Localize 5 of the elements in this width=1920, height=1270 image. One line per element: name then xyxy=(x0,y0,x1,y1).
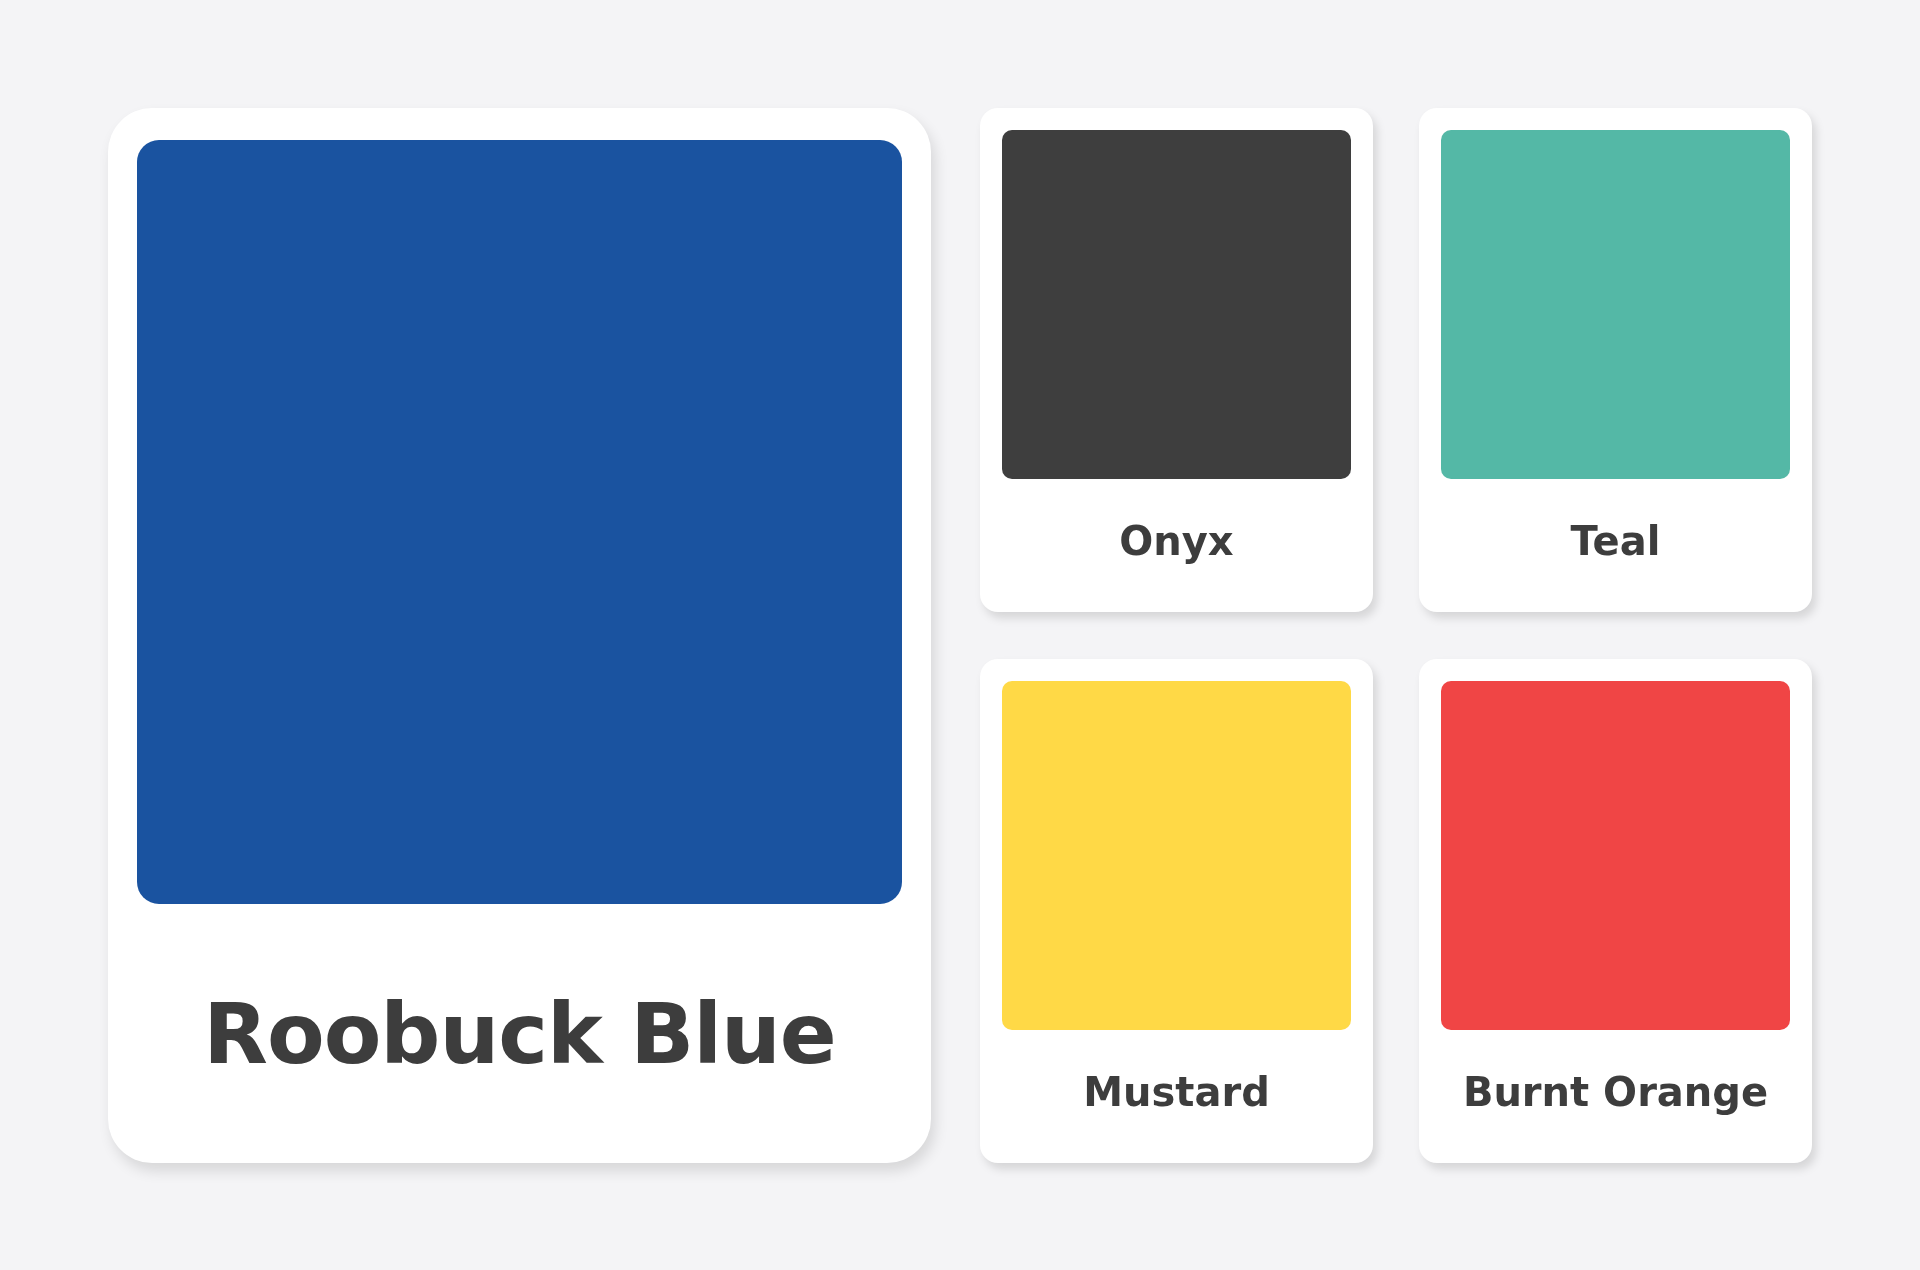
color-name: Roobuck Blue xyxy=(203,983,836,1085)
color-name: Onyx xyxy=(1119,516,1234,566)
color-name: Teal xyxy=(1570,516,1661,566)
color-name: Mustard xyxy=(1083,1067,1270,1117)
color-name: Burnt Orange xyxy=(1462,1067,1769,1117)
